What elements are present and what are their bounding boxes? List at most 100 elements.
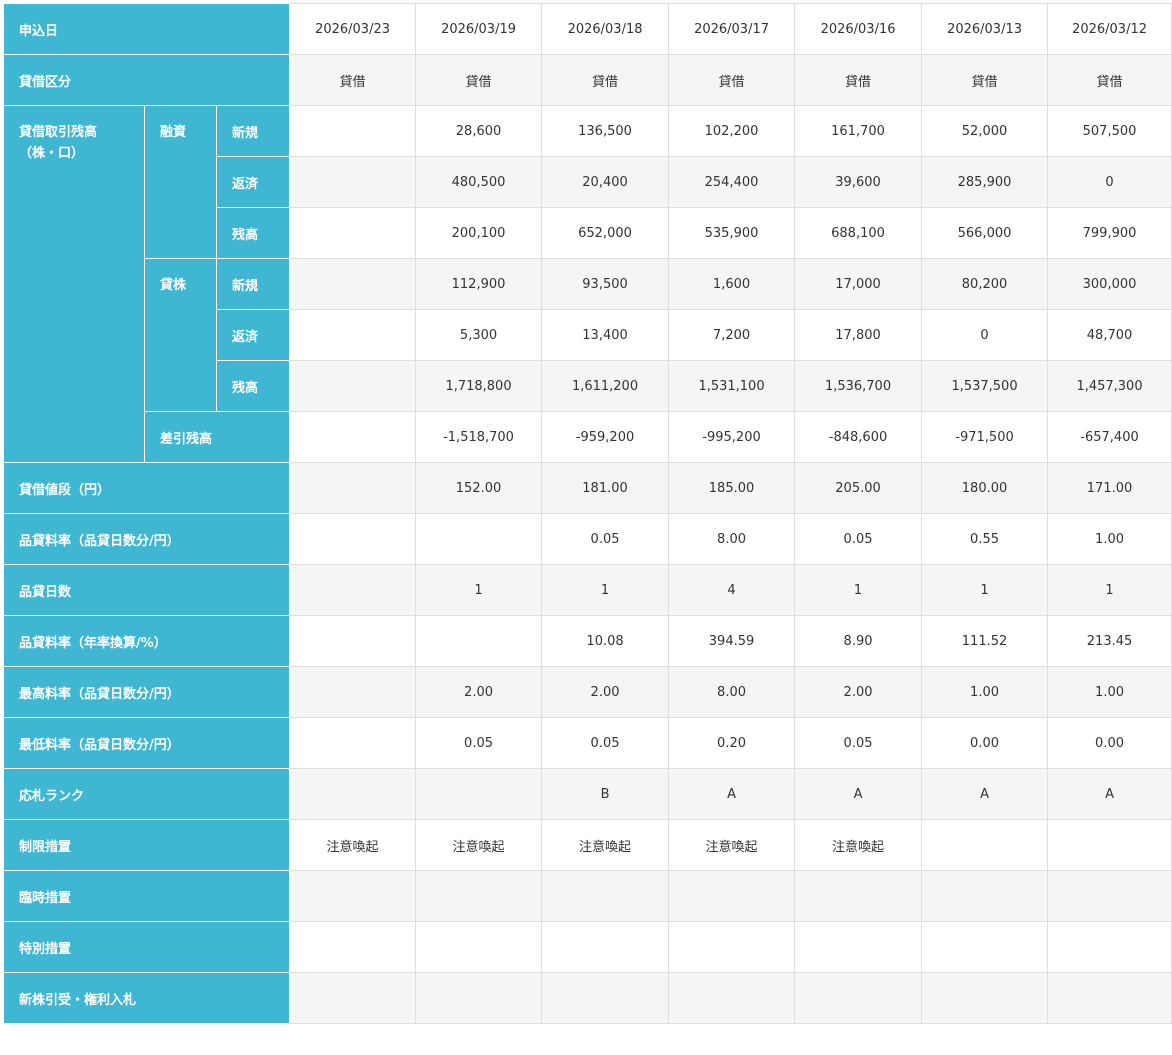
- value-cell: -848,600: [794, 411, 923, 463]
- type-cell: 貸借: [289, 54, 417, 106]
- value-cell: [921, 921, 1049, 973]
- value-cell: [289, 666, 417, 718]
- date-cell: 2026/03/23: [289, 3, 417, 55]
- row-stock-new: 貸株 新規 112,900 93,500 1,600 17,000 80,200…: [4, 258, 1172, 412]
- value-cell: 1,536,700: [794, 360, 923, 412]
- row-fee-rate: 品貸料率（品貸日数分/円） 0.05 8.00 0.05 0.55 1.00: [2, 513, 1172, 565]
- value-cell: [794, 870, 923, 922]
- value-cell: [289, 156, 417, 208]
- value-cell: 20,400: [541, 156, 670, 208]
- header-fee-annual: 品貸料率（年率換算/%）: [2, 615, 291, 667]
- value-cell: 0.05: [794, 717, 923, 769]
- value-cell: [289, 768, 417, 820]
- value-cell: [289, 360, 417, 412]
- value-cell: 285,900: [921, 156, 1049, 208]
- value-cell: [668, 921, 796, 973]
- value-cell: 17,000: [794, 258, 923, 310]
- value-cell: 80,200: [921, 258, 1049, 310]
- value-cell: 0.20: [668, 717, 796, 769]
- value-cell: 1,600: [668, 258, 796, 310]
- value-cell: 161,700: [794, 105, 923, 157]
- value-cell: [289, 513, 417, 565]
- value-cell: 0.55: [921, 513, 1049, 565]
- value-cell: 1,531,100: [668, 360, 796, 412]
- value-cell: [415, 513, 543, 565]
- value-cell: -1,518,700: [415, 411, 543, 463]
- value-cell: 1,537,500: [921, 360, 1049, 412]
- value-cell: 205.00: [794, 462, 923, 514]
- value-cell: 102,200: [668, 105, 796, 157]
- value-cell: [541, 972, 670, 1024]
- value-cell: [289, 207, 417, 259]
- value-cell: [289, 105, 417, 157]
- value-cell: 0.00: [921, 717, 1049, 769]
- value-cell: 254,400: [668, 156, 796, 208]
- value-cell: 1,611,200: [541, 360, 670, 412]
- header-min-rate: 最低料率（品貸日数分/円）: [2, 717, 291, 769]
- value-cell: 1: [921, 564, 1049, 616]
- row-temporary: 臨時措置: [2, 870, 1172, 922]
- header-max-rate: 最高料率（品貸日数分/円）: [2, 666, 291, 718]
- row-new-shares: 新株引受・権利入札: [2, 972, 1172, 1024]
- value-cell: 93,500: [541, 258, 670, 310]
- header-new-shares: 新株引受・権利入札: [2, 972, 291, 1024]
- value-cell: 39,600: [794, 156, 923, 208]
- value-cell: 0.05: [794, 513, 923, 565]
- value-cell: 300,000: [1047, 258, 1172, 310]
- header-funds-balance: 残高: [215, 207, 291, 259]
- value-cell: [541, 870, 670, 922]
- value-cell: 1,718,800: [415, 360, 543, 412]
- value-cell: [415, 870, 543, 922]
- header-loan-stock: 貸株: [144, 258, 217, 412]
- value-cell: 1.00: [1047, 513, 1172, 565]
- lending-balance-table: 申込日 2026/03/23 2026/03/19 2026/03/18 202…: [2, 3, 1172, 1024]
- value-cell: [289, 615, 417, 667]
- value-cell: 8.90: [794, 615, 923, 667]
- date-cell: 2026/03/16: [794, 3, 923, 55]
- value-cell: 181.00: [541, 462, 670, 514]
- header-stock-new: 新規: [215, 258, 291, 310]
- value-cell: 213.45: [1047, 615, 1172, 667]
- value-cell: [289, 717, 417, 769]
- value-cell: 1.00: [1047, 666, 1172, 718]
- value-cell: 200,100: [415, 207, 543, 259]
- header-balance-line2: （株・口）: [19, 146, 85, 161]
- value-cell: 注意喚起: [415, 819, 543, 871]
- row-restriction: 制限措置 注意喚起 注意喚起 注意喚起 注意喚起 注意喚起: [2, 819, 1172, 871]
- value-cell: 17,800: [794, 309, 923, 361]
- value-cell: 5,300: [415, 309, 543, 361]
- date-cell: 2026/03/13: [921, 3, 1049, 55]
- type-cell: 貸借: [1047, 54, 1172, 106]
- value-cell: -995,200: [668, 411, 796, 463]
- value-cell: [289, 870, 417, 922]
- row-net: 差引残高 -1,518,700 -959,200 -995,200 -848,6…: [4, 411, 1172, 463]
- date-cell: 2026/03/12: [1047, 3, 1172, 55]
- value-cell: -971,500: [921, 411, 1049, 463]
- value-cell: 2.00: [541, 666, 670, 718]
- value-cell: 180.00: [921, 462, 1049, 514]
- value-cell: [415, 768, 543, 820]
- row-price: 貸借値段（円） 152.00 181.00 185.00 205.00 180.…: [2, 462, 1172, 514]
- type-cell: 貸借: [794, 54, 923, 106]
- value-cell: 8.00: [668, 666, 796, 718]
- header-fee-days: 品貸日数: [2, 564, 291, 616]
- type-cell: 貸借: [415, 54, 543, 106]
- value-cell: 1.00: [921, 666, 1049, 718]
- value-cell: 0.05: [541, 513, 670, 565]
- row-special: 特別措置: [2, 921, 1172, 973]
- row-bid-rank: 応札ランク B A A A A: [2, 768, 1172, 820]
- value-cell: 688,100: [794, 207, 923, 259]
- row-max-rate: 最高料率（品貸日数分/円） 2.00 2.00 8.00 2.00 1.00 1…: [2, 666, 1172, 718]
- header-bid-rank: 応札ランク: [2, 768, 291, 820]
- row-type: 貸借区分 貸借 貸借 貸借 貸借 貸借 貸借 貸借: [2, 54, 1172, 106]
- value-cell: 0.05: [541, 717, 670, 769]
- value-cell: 799,900: [1047, 207, 1172, 259]
- value-cell: -959,200: [541, 411, 670, 463]
- value-cell: 52,000: [921, 105, 1049, 157]
- value-cell: [1047, 870, 1172, 922]
- value-cell: 1,457,300: [1047, 360, 1172, 412]
- value-cell: [1047, 972, 1172, 1024]
- value-cell: 1: [794, 564, 923, 616]
- value-cell: B: [541, 768, 670, 820]
- value-cell: 394.59: [668, 615, 796, 667]
